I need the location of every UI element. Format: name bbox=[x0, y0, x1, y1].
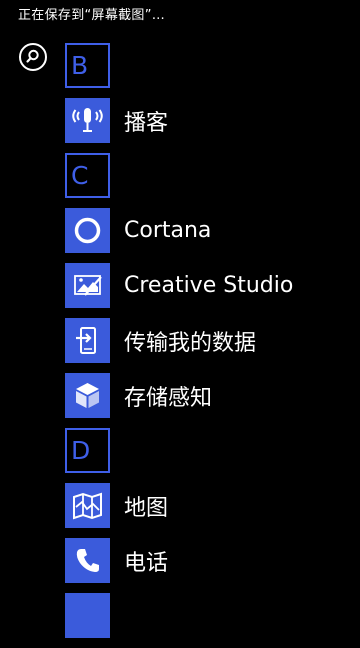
app-item-transfer-data[interactable]: 传输我的数据 bbox=[65, 318, 360, 363]
app-label: Cortana bbox=[124, 218, 212, 243]
section-header-b[interactable]: B bbox=[65, 43, 110, 88]
storage-sense-tile bbox=[65, 373, 110, 418]
search-button[interactable] bbox=[19, 43, 47, 71]
app-item-cortana[interactable]: Cortana bbox=[65, 208, 360, 253]
app-item-storage-sense[interactable]: 存储感知 bbox=[65, 373, 360, 418]
transfer-data-icon bbox=[76, 327, 96, 354]
status-bar-text: 正在保存到“屏幕截图”… bbox=[18, 8, 166, 23]
storage-sense-icon bbox=[76, 383, 99, 408]
section-letter: C bbox=[71, 161, 89, 190]
app-label: 传输我的数据 bbox=[124, 330, 257, 356]
app-item-maps[interactable]: 地图 bbox=[65, 483, 360, 528]
section-header-c[interactable]: C bbox=[65, 153, 110, 198]
cortana-tile bbox=[65, 208, 110, 253]
app-item-creative-studio[interactable]: Creative Studio bbox=[65, 263, 360, 308]
app-label: 电话 bbox=[124, 550, 169, 576]
creative-studio-tile bbox=[65, 263, 110, 308]
section-letter: D bbox=[71, 436, 91, 465]
section-header-d[interactable]: D bbox=[65, 428, 110, 473]
maps-tile bbox=[65, 483, 110, 528]
podcast-tile bbox=[65, 98, 110, 143]
creative-studio-icon bbox=[74, 275, 102, 296]
app-label: 播客 bbox=[124, 110, 169, 136]
app-label: 地图 bbox=[124, 495, 169, 521]
phone-tile bbox=[65, 538, 110, 583]
search-icon bbox=[26, 49, 39, 63]
cortana-circle-icon bbox=[74, 217, 101, 244]
app-label: 存储感知 bbox=[124, 385, 213, 411]
podcast-microphone-icon bbox=[72, 108, 103, 132]
app-list: B 播客 C Cortana Creative Studio 传输我的数据 存储… bbox=[65, 43, 360, 648]
map-icon bbox=[73, 492, 102, 520]
phone-icon bbox=[76, 549, 99, 572]
transfer-data-tile bbox=[65, 318, 110, 363]
app-label: Creative Studio bbox=[124, 273, 294, 298]
app-item-phone[interactable]: 电话 bbox=[65, 538, 360, 583]
section-letter: B bbox=[71, 51, 89, 80]
app-item-podcast[interactable]: 播客 bbox=[65, 98, 360, 143]
